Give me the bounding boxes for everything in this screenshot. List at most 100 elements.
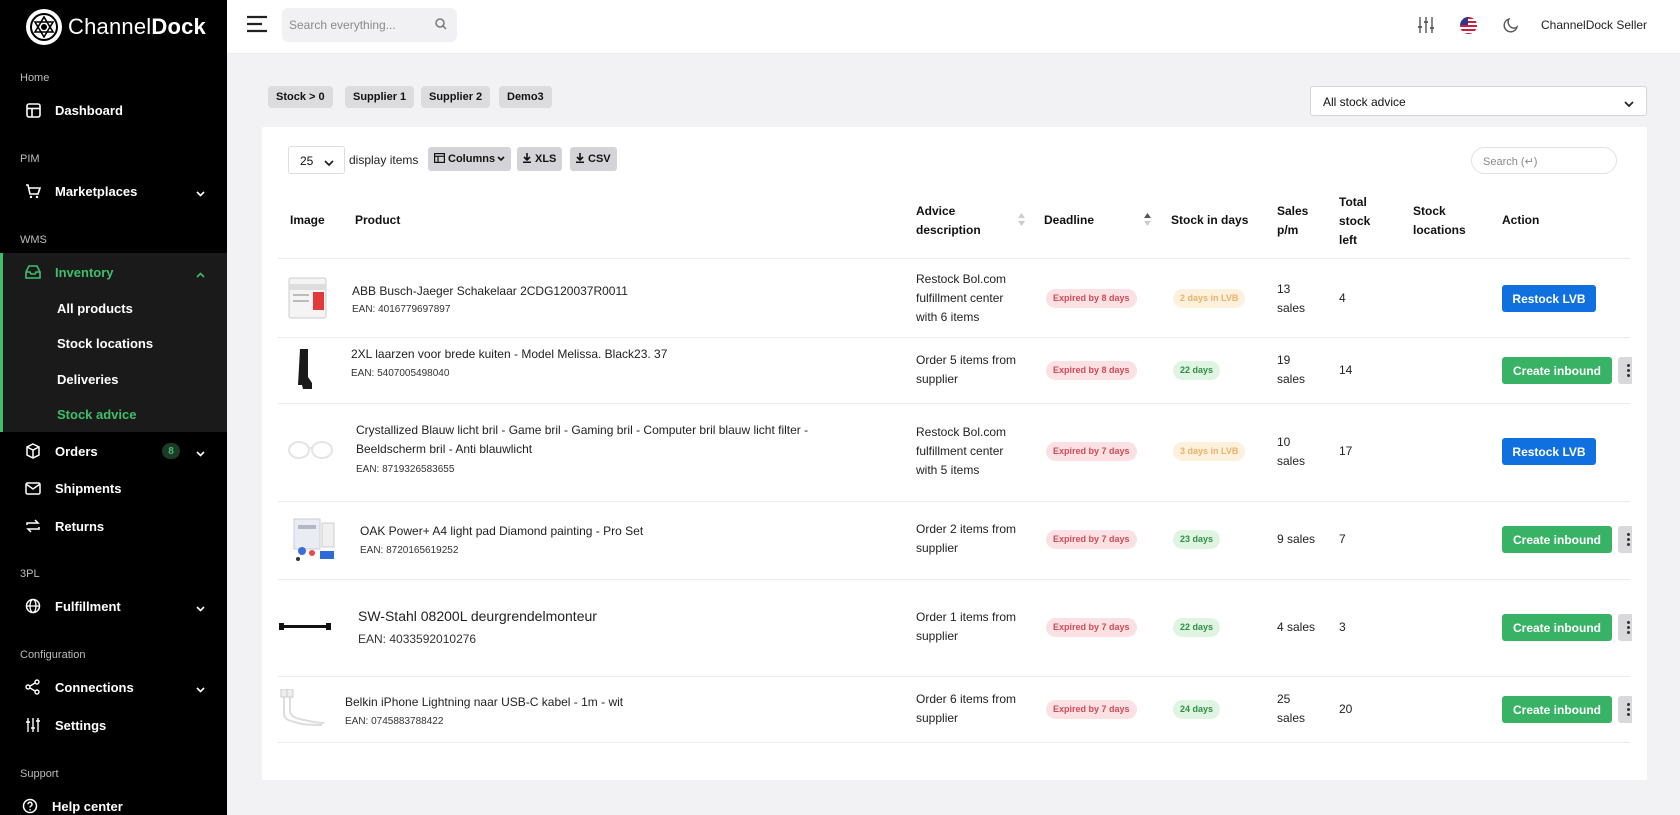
us-flag-icon[interactable] xyxy=(1460,17,1477,39)
total-stock-left: 20 xyxy=(1339,702,1353,716)
moon-icon[interactable] xyxy=(1503,17,1519,38)
product-thumbnail[interactable] xyxy=(286,436,336,469)
menu-toggle-icon[interactable] xyxy=(246,14,268,39)
advice-description: Order 1 items from supplier xyxy=(916,608,1016,646)
sidebar: ChannelDock Home Dashboard PIM Marketpla… xyxy=(0,0,227,815)
sidebar-item-settings[interactable]: Settings xyxy=(0,707,227,743)
sales-per-month: 4 sales xyxy=(1277,620,1316,634)
product-thumbnail[interactable] xyxy=(292,347,316,396)
section-pim: PIM xyxy=(20,153,40,165)
advice-line: supplier xyxy=(916,629,959,643)
chevron-down-icon xyxy=(196,185,205,200)
create-inbound-button[interactable]: Create inbound xyxy=(1502,526,1612,553)
chevron-down-icon xyxy=(196,681,205,696)
advice-description: Restock Bol.com fulfillment center with 6 … xyxy=(916,270,1006,327)
sidebar-subitem-stock-advice[interactable]: Stock advice xyxy=(57,407,137,422)
sidebar-item-label: Dashboard xyxy=(55,102,123,118)
sort-ascending-icon[interactable] xyxy=(1144,213,1151,231)
sidebar-subitem-all-products[interactable]: All products xyxy=(57,301,133,316)
sidebar-subitem-deliveries[interactable]: Deliveries xyxy=(57,372,118,387)
filter-settings-icon[interactable] xyxy=(1417,16,1435,39)
product-thumbnail[interactable] xyxy=(278,688,326,734)
more-options-button[interactable] xyxy=(1618,696,1632,723)
deadline-badge: Expired by 7 days xyxy=(1046,442,1137,461)
sales-line: sales xyxy=(1277,372,1306,386)
deadline-badge: Expired by 7 days xyxy=(1046,618,1137,637)
table-search-input[interactable]: Search (↵) xyxy=(1471,147,1617,174)
row-divider xyxy=(278,403,1630,404)
col-header-total-stock[interactable]: Total stock left xyxy=(1339,193,1370,250)
global-search-input[interactable]: Search everything... xyxy=(282,8,457,42)
sidebar-item-returns[interactable]: Returns xyxy=(0,508,227,544)
sidebar-item-shipments[interactable]: Shipments xyxy=(0,470,227,506)
col-header-image: Image xyxy=(290,213,325,227)
col-header-stock-locations[interactable]: Stock locations xyxy=(1413,202,1466,240)
col-header-sales[interactable]: Sales p/m xyxy=(1277,202,1308,240)
page-size-select[interactable]: 25 xyxy=(288,146,345,174)
advice-description: Order 2 items from supplier xyxy=(916,520,1016,558)
orders-count-badge: 8 xyxy=(162,443,180,459)
product-name[interactable]: ABB Busch-Jaeger Schakelaar 2CDG120037R0… xyxy=(352,284,628,298)
filter-chip-supplier-1[interactable]: Supplier 1 xyxy=(345,86,415,108)
search-icon xyxy=(435,18,447,33)
product-name[interactable]: 2XL laarzen voor brede kuiten - Model Me… xyxy=(351,347,667,361)
product-name[interactable]: Crystallized Blauw licht bril - Game bri… xyxy=(356,423,808,456)
sidebar-item-connections[interactable]: Connections xyxy=(0,669,227,705)
sidebar-item-help-center[interactable]: Help center xyxy=(0,788,227,815)
sidebar-item-inventory[interactable]: Inventory xyxy=(0,254,227,290)
more-options-button[interactable] xyxy=(1618,526,1632,553)
chevron-down-icon xyxy=(196,600,205,615)
export-xls-button[interactable]: XLS xyxy=(517,147,563,171)
col-header-action: Action xyxy=(1502,213,1540,227)
sidebar-item-orders[interactable]: Orders 8 xyxy=(0,433,227,469)
user-menu[interactable]: ChannelDock Seller xyxy=(1541,18,1647,32)
filter-chip-demo3[interactable]: Demo3 xyxy=(499,86,552,108)
col-header-stock-in-days[interactable]: Stock in days xyxy=(1171,211,1248,230)
restock-lvb-button[interactable]: Restock LVB xyxy=(1502,438,1596,465)
restock-lvb-button[interactable]: Restock LVB xyxy=(1502,285,1596,312)
page-size-value: 25 xyxy=(300,154,314,168)
sidebar-item-fulfillment[interactable]: Fulfillment xyxy=(0,588,227,624)
advice-line: Order 5 items from xyxy=(916,353,1017,367)
download-icon xyxy=(523,152,531,166)
sidebar-item-label: Fulfillment xyxy=(55,598,121,614)
advice-line: supplier xyxy=(916,711,959,725)
product-thumbnail[interactable] xyxy=(290,515,338,568)
export-csv-button[interactable]: CSV xyxy=(570,147,617,171)
sidebar-item-marketplaces[interactable]: Marketplaces xyxy=(0,173,227,209)
create-inbound-button[interactable]: Create inbound xyxy=(1502,696,1612,723)
sort-icon[interactable] xyxy=(1018,213,1025,231)
product-thumbnail[interactable] xyxy=(287,276,329,325)
col-header-deadline[interactable]: Deadline xyxy=(1044,211,1094,230)
col-header-advice[interactable]: Advice description xyxy=(916,202,981,240)
product-thumbnail[interactable] xyxy=(277,617,333,642)
sidebar-item-dashboard[interactable]: Dashboard xyxy=(0,92,227,128)
filter-chip-stock[interactable]: Stock > 0 xyxy=(268,86,333,108)
more-options-button[interactable] xyxy=(1618,357,1632,384)
columns-button[interactable]: Columns xyxy=(428,147,512,171)
col-header-product[interactable]: Product xyxy=(355,211,400,230)
logo[interactable]: ChannelDock xyxy=(26,9,206,45)
sales-line: sales xyxy=(1277,454,1306,468)
create-inbound-button[interactable]: Create inbound xyxy=(1502,357,1612,384)
more-options-button[interactable] xyxy=(1618,614,1632,641)
chevron-down-icon xyxy=(497,153,505,165)
stock-days-badge: 24 days xyxy=(1173,700,1221,719)
filter-chip-supplier-2[interactable]: Supplier 2 xyxy=(421,86,491,108)
create-inbound-button[interactable]: Create inbound xyxy=(1502,614,1612,641)
total-stock-left: 7 xyxy=(1339,532,1346,546)
product-name[interactable]: Belkin iPhone Lightning naar USB-C kabel… xyxy=(345,695,623,709)
sidebar-subitem-stock-locations[interactable]: Stock locations xyxy=(57,336,153,351)
product-ean: EAN: 4016779697897 xyxy=(352,304,451,315)
sales-line: 13 xyxy=(1277,282,1291,296)
product-name[interactable]: OAK Power+ A4 light pad Diamond painting… xyxy=(360,524,643,538)
row-divider xyxy=(278,501,1630,502)
chevron-down-icon xyxy=(324,156,334,170)
header-line: locations xyxy=(1413,223,1466,237)
product-name[interactable]: SW-Stahl 08200L deurgrendelmonteur xyxy=(358,608,597,624)
stock-advice-select[interactable]: All stock advice xyxy=(1310,86,1647,116)
columns-label: Columns xyxy=(448,153,496,165)
brand-name: ChannelDock xyxy=(68,14,206,39)
sidebar-item-label: Help center xyxy=(52,798,123,814)
section-wms: WMS xyxy=(20,234,47,246)
